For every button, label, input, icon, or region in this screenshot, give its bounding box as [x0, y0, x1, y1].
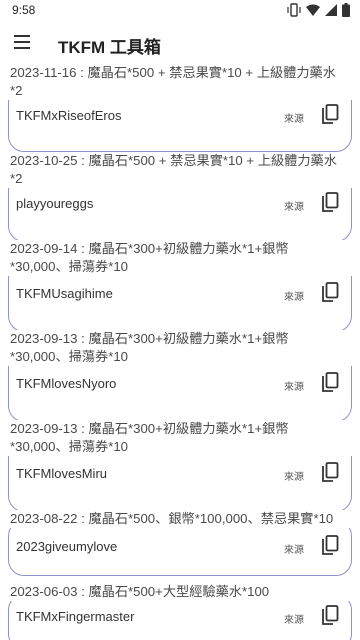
card-title: 2023-06-03 : 魔晶石*500+大型經驗藥水*100 — [6, 583, 356, 601]
copy-icon[interactable] — [320, 192, 340, 214]
card-title: 2023-09-14 : 魔晶石*300+初級體力藥水*1+銀幣 *30,000… — [6, 240, 356, 276]
card-title: 2023-09-13 : 魔晶石*300+初級體力藥水*1+銀幣 *30,000… — [6, 330, 356, 366]
copy-icon[interactable] — [320, 282, 340, 304]
redeem-code: 2023giveumylove — [16, 539, 118, 554]
redeem-code: TKFMUsagihime — [16, 286, 113, 301]
menu-icon[interactable] — [12, 34, 32, 50]
copy-icon[interactable] — [320, 104, 340, 126]
redeem-code: TKFMxFingermaster — [16, 609, 135, 624]
source-link[interactable]: 來源 — [284, 198, 304, 213]
copy-icon[interactable] — [320, 372, 340, 394]
status-icons — [287, 3, 350, 17]
card-title: 2023-09-13 : 魔晶石*300+初級體力藥水*1+銀幣 *30,000… — [6, 420, 356, 456]
card-title: 2023-11-16 : 魔晶石*500 + 禁忌果實*10 + 上級體力藥水 … — [6, 64, 356, 100]
signal-icon — [325, 4, 337, 16]
source-link[interactable]: 來源 — [284, 288, 304, 303]
redeem-code: TKFMlovesNyoro — [16, 376, 117, 391]
app-title: TKFM 工具箱 — [58, 38, 161, 57]
card-title: 2023-10-25 : 魔晶石*500 + 禁忌果實*10 + 上級體力藥水 … — [6, 152, 356, 188]
source-link[interactable]: 來源 — [284, 541, 304, 556]
vibrate-icon — [287, 3, 301, 17]
battery-icon — [342, 3, 350, 17]
status-bar: 9:58 — [0, 0, 360, 22]
source-link[interactable]: 來源 — [284, 611, 304, 626]
redeem-code: TKFMlovesMiru — [16, 466, 108, 481]
source-link[interactable]: 來源 — [284, 110, 304, 125]
source-link[interactable]: 來源 — [284, 468, 304, 483]
copy-icon[interactable] — [320, 535, 340, 557]
card-title: 2023-08-22 : 魔晶石*500、銀幣*100,000、禁忌果實*10 — [6, 510, 356, 528]
status-time: 9:58 — [12, 3, 36, 17]
copy-icon[interactable] — [320, 605, 340, 627]
redeem-code: playyoureggs — [16, 196, 94, 211]
copy-icon[interactable] — [320, 462, 340, 484]
source-link[interactable]: 來源 — [284, 378, 304, 393]
redeem-code: TKFMxRiseofEros — [16, 108, 122, 123]
wifi-icon — [306, 4, 320, 16]
app-bar: TKFM 工具箱 — [0, 22, 360, 64]
